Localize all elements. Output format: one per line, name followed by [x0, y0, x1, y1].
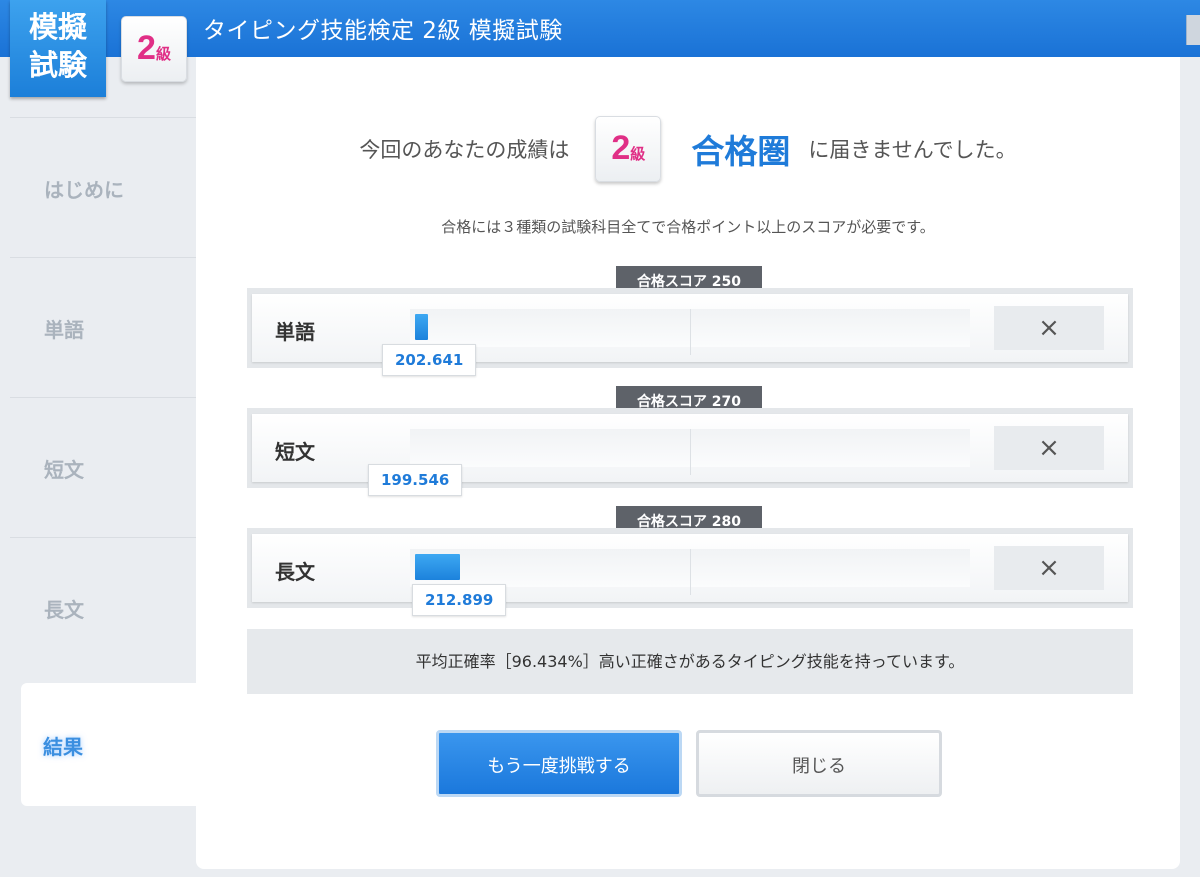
grade-badge-icon: 2級 — [121, 16, 187, 82]
pass-requirement-note: 合格には３種類の試験科目全てで合格ポイント以上のスコアが必要です。 — [441, 218, 935, 236]
sidebar-item-label: はじめに — [44, 178, 124, 202]
sidebar-item-label: 単語 — [44, 318, 84, 342]
accuracy-summary: 平均正確率［96.434%］高い正確さがあるタイピング技能を持っています。 — [247, 629, 1133, 694]
sidebar-item-short-text[interactable]: 短文 — [10, 397, 196, 537]
score-value: 212.899 — [412, 584, 507, 616]
close-button[interactable]: 閉じる — [696, 730, 942, 797]
headline-suffix: に届きませんでした。 — [808, 138, 1017, 162]
subject-row-long-text: 長文 × — [247, 528, 1133, 608]
sidebar-item-words[interactable]: 単語 — [10, 257, 196, 397]
score-value: 202.641 — [382, 344, 477, 376]
headline-prefix: 今回のあなたの成績は — [359, 138, 570, 162]
fail-mark-icon: × — [994, 546, 1104, 590]
logo-line-2: 試験 — [28, 48, 87, 82]
logo-line-1: 模擬 — [28, 10, 87, 44]
sidebar-item-result[interactable]: 結果 — [21, 683, 197, 806]
pass-line — [690, 429, 691, 475]
sidebar: はじめに 単語 短文 長文 結果 — [10, 117, 197, 806]
retry-button[interactable]: もう一度挑戦する — [436, 730, 682, 797]
sidebar-item-intro[interactable]: はじめに — [10, 117, 196, 257]
mock-exam-logo: 模擬 試験 — [10, 0, 106, 97]
subject-label: 長文 — [275, 560, 315, 584]
pass-status: 合格圏 — [691, 132, 791, 171]
fail-mark-icon: × — [994, 426, 1104, 470]
pass-line — [690, 309, 691, 355]
subject-label: 単語 — [275, 320, 315, 344]
result-panel: 今回のあなたの成績は 2級 合格圏 に届きませんでした。 合格には３種類の試験科… — [196, 57, 1180, 869]
subject-row-words: 単語 × — [247, 288, 1133, 368]
grade-unit: 級 — [630, 145, 646, 163]
result-headline: 今回のあなたの成績は 2級 合格圏 に届きませんでした。 — [196, 109, 1180, 189]
sidebar-item-label: 長文 — [44, 598, 84, 622]
sidebar-item-label: 短文 — [44, 458, 84, 482]
score-bar — [415, 314, 428, 340]
grade-unit: 級 — [155, 45, 171, 63]
fail-mark-icon: × — [994, 306, 1104, 350]
app-title: タイピング技能検定 2級 模擬試験 — [203, 18, 563, 44]
score-bar — [415, 554, 460, 580]
score-value: 199.546 — [368, 464, 463, 496]
sidebar-item-long-text[interactable]: 長文 — [10, 537, 196, 677]
grade-number: 2 — [137, 29, 156, 67]
sidebar-item-label: 結果 — [43, 735, 83, 759]
grade-badge-icon: 2級 — [595, 116, 662, 182]
grade-number: 2 — [611, 129, 631, 167]
pass-line — [690, 549, 691, 595]
subject-label: 短文 — [275, 440, 315, 464]
window-scroll-handle[interactable] — [1186, 15, 1200, 45]
